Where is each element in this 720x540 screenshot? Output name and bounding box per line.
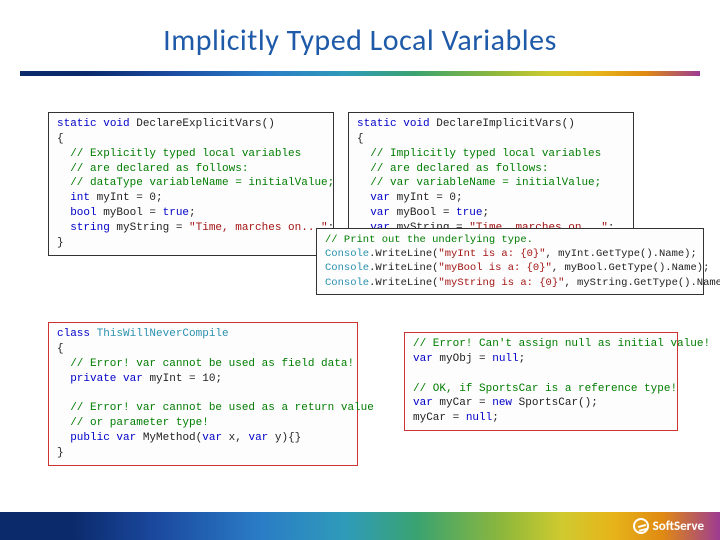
title-separator xyxy=(20,71,700,76)
brand-logo-icon xyxy=(633,518,649,534)
code-box-explicit: static void DeclareExplicitVars() { // E… xyxy=(48,112,334,256)
code-box-null-error: // Error! Can't assign null as initial v… xyxy=(404,332,678,431)
code-box-will-not-compile: class ThisWillNeverCompile { // Error! v… xyxy=(48,322,358,466)
slide-title: Implicitly Typed Local Variables xyxy=(0,0,720,71)
slide-title-text: Implicitly Typed Local Variables xyxy=(163,22,557,59)
brand-logo: SoftServe xyxy=(633,518,704,534)
code-box-print: // Print out the underlying type. Consol… xyxy=(316,228,704,295)
footer-bar: SoftServe xyxy=(0,512,720,540)
brand-logo-text: SoftServe xyxy=(653,519,704,534)
